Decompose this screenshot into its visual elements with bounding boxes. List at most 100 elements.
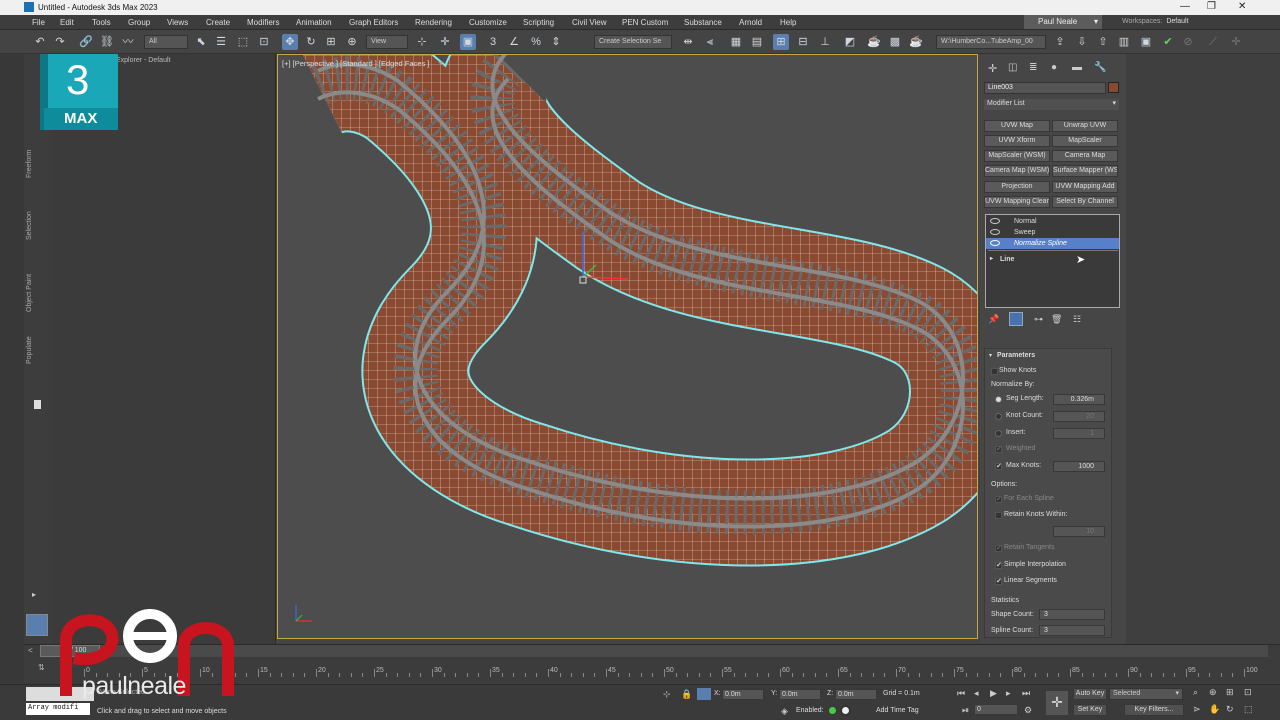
for-each-spline-checkbox[interactable]: ✔ <box>995 496 1002 503</box>
show-knots-checkbox[interactable] <box>991 368 998 375</box>
named-selection-dropdown[interactable]: Create Selection Se <box>594 35 672 49</box>
unwrap-uvw-button[interactable]: Unwrap UVW <box>1052 120 1118 132</box>
insert-spinner[interactable]: 1 <box>1053 428 1105 439</box>
path-field[interactable]: W:\HumberCo...TubeAmp_00 <box>936 35 1046 49</box>
texture-icon[interactable]: ▣ <box>1138 34 1154 50</box>
menu-rendering[interactable]: Rendering <box>415 18 452 27</box>
utilities-tab-icon[interactable]: 🔧 <box>1094 62 1106 73</box>
motion-tab-icon[interactable]: ● <box>1051 62 1057 73</box>
max-knots-checkbox[interactable]: ✔ <box>995 463 1002 470</box>
modifier-list-dropdown[interactable]: Modifier List ▾ <box>984 99 1119 110</box>
menu-arnold[interactable]: Arnold <box>739 18 762 27</box>
bind-spacewarp-icon[interactable]: 〰 <box>120 34 136 50</box>
add-icon[interactable]: ✛ <box>1228 34 1244 50</box>
menu-modifiers[interactable]: Modifiers <box>247 18 279 27</box>
hierarchy-tab-icon[interactable]: ≣ <box>1029 62 1037 73</box>
brush-icon[interactable]: ⟋ <box>1205 34 1221 50</box>
snaps-icon[interactable]: 3 <box>485 34 501 50</box>
expand-icon[interactable]: ▸ <box>32 590 36 599</box>
play-icon[interactable]: ▶ <box>990 688 997 699</box>
modify-tab-icon[interactable]: ◫ <box>1008 62 1017 73</box>
select-by-name-icon[interactable]: ☰ <box>213 34 229 50</box>
user-account[interactable]: Paul Neale ▾ <box>1024 15 1102 29</box>
x-coord-field[interactable]: 0.0m <box>722 689 764 700</box>
remove-modifier-icon[interactable]: 🗑 <box>1051 314 1062 325</box>
z-coord-field[interactable]: 0.0m <box>835 689 877 700</box>
mirror-icon[interactable]: ⇹ <box>680 34 696 50</box>
camera-map-wsm-button[interactable]: Camera Map (WSM) <box>984 165 1050 177</box>
viewport-label[interactable]: [+] [Perspective ] [Standard ] [Edged Fa… <box>282 59 429 68</box>
key-mode-icon[interactable]: ⏯ <box>962 705 969 716</box>
set-key-big-icon[interactable]: ✛ <box>1046 691 1068 715</box>
scale-icon[interactable]: ⊞ <box>323 34 339 50</box>
check-icon[interactable]: ✔ <box>1160 34 1176 50</box>
viewport-layout-icon[interactable] <box>26 614 48 636</box>
retain-knots-spinner[interactable]: 10 <box>1053 526 1105 537</box>
selection-filter-dropdown[interactable]: All <box>144 35 188 49</box>
curve-editor-icon[interactable]: ⊟ <box>795 34 811 50</box>
add-time-tag-label[interactable]: Add Time Tag <box>876 707 919 714</box>
set-key-button[interactable]: Set Key <box>1073 704 1107 716</box>
undo-icon[interactable]: ↶ <box>32 34 48 50</box>
align-icon[interactable]: ⫷ <box>702 34 718 50</box>
absolute-mode-icon[interactable] <box>697 688 711 700</box>
manipulate-icon[interactable]: ✛ <box>437 34 453 50</box>
weighted-checkbox[interactable]: ✔ <box>995 446 1002 453</box>
spinner-snap-icon[interactable]: ⇕ <box>548 34 564 50</box>
uvw-mapping-add-button[interactable]: UVW Mapping Add <box>1052 181 1118 193</box>
time-config-icon[interactable]: ⚙ <box>1024 705 1032 716</box>
y-coord-field[interactable]: 0.0m <box>779 689 821 700</box>
prev-key-icon[interactable]: ◂ <box>974 688 979 699</box>
maximize-viewport-icon[interactable]: ⬚ <box>1244 704 1253 715</box>
seg-length-spinner[interactable]: 0.326m <box>1053 394 1105 405</box>
unlink-icon[interactable]: ⛓ <box>99 34 115 50</box>
frame-ruler[interactable]: 0 5 10 15 20 25 30 35 40 45 50 55 60 65 70 75 80 85 90 95 10… <box>84 659 1258 677</box>
retain-tangents-checkbox[interactable]: ✔ <box>995 545 1002 552</box>
isolate-icon[interactable]: ⊹ <box>663 689 671 700</box>
stack-item-normal[interactable]: Normal <box>986 216 1119 227</box>
select-move-icon[interactable]: ✥ <box>282 34 298 50</box>
eye-icon[interactable] <box>990 229 1000 235</box>
layer-explorer-icon[interactable]: ▦ <box>728 34 744 50</box>
menu-customize[interactable]: Customize <box>469 18 507 27</box>
tool-icon[interactable]: ▥ <box>1116 34 1132 50</box>
zoom-extents-all-icon[interactable]: ⊡ <box>1244 687 1252 698</box>
adaptive-degradation-icon[interactable]: ◈ <box>781 706 788 717</box>
menu-edit[interactable]: Edit <box>60 18 74 27</box>
script-field[interactable]: Array modifi <box>26 703 90 715</box>
rect-select-icon[interactable]: ⬚ <box>235 34 251 50</box>
material-editor-icon[interactable]: ◩ <box>842 34 858 50</box>
display-tab-icon[interactable]: ▬ <box>1072 62 1082 73</box>
knot-count-spinner[interactable]: 20 <box>1053 411 1105 422</box>
seg-length-radio[interactable] <box>995 396 1002 403</box>
auto-key-button[interactable]: Auto Key <box>1073 688 1107 700</box>
create-tab-icon[interactable]: ✛ <box>988 62 997 75</box>
zoom-icon[interactable]: ⌕ <box>1193 687 1198 698</box>
retain-knots-checkbox[interactable] <box>995 512 1002 519</box>
object-name-field[interactable]: Line003 <box>984 82 1106 94</box>
simple-interpolation-checkbox[interactable]: ✔ <box>995 562 1002 569</box>
import-icon[interactable]: ⇩ <box>1074 34 1090 50</box>
menu-views[interactable]: Views <box>167 18 188 27</box>
toggle-ribbon-icon[interactable]: ▤ <box>749 34 765 50</box>
export-icon[interactable]: ⇧ <box>1095 34 1111 50</box>
minimize-icon[interactable]: — <box>1180 1 1190 12</box>
make-unique-icon[interactable]: ⊶ <box>1034 314 1043 325</box>
menu-scripting[interactable]: Scripting <box>523 18 554 27</box>
current-frame-field[interactable]: 0 <box>974 704 1018 715</box>
redo-icon[interactable]: ↷ <box>52 34 68 50</box>
pan-icon[interactable]: ✋ <box>1209 704 1220 715</box>
menu-group[interactable]: Group <box>128 18 150 27</box>
pin-stack-icon[interactable]: 📌 <box>988 314 999 325</box>
enabled-indicator[interactable] <box>829 707 836 714</box>
expand-triangle-icon[interactable]: ▸ <box>990 254 993 265</box>
restore-icon[interactable]: ❐ <box>1207 1 1216 12</box>
render-frame-icon[interactable]: ▩ <box>887 34 903 50</box>
rotate-icon[interactable]: ↻ <box>303 34 319 50</box>
schematic-view-icon[interactable]: ⊥ <box>817 34 833 50</box>
render-icon[interactable]: ☕ <box>908 34 924 50</box>
stack-item-line[interactable]: ▸ Line <box>986 254 1119 265</box>
camera-map-button[interactable]: Camera Map <box>1052 150 1118 162</box>
uvw-mapping-clear-button[interactable]: UVW Mapping Clear <box>984 196 1050 208</box>
insert-radio[interactable] <box>995 430 1002 437</box>
